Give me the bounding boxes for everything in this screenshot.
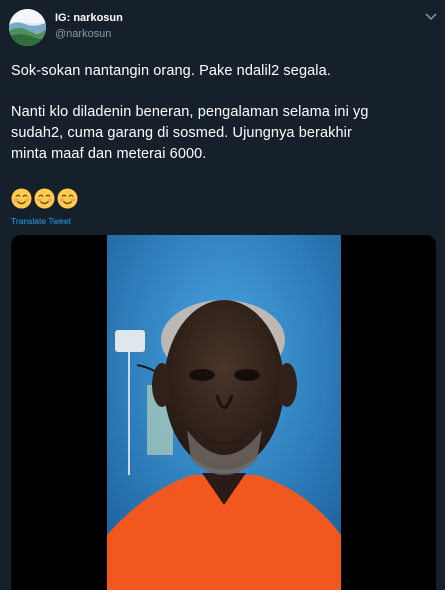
emoji-row: [11, 188, 78, 209]
tweet-text-line-3: sudah2, cuma garang di sosmed. Ujungnya …: [11, 125, 352, 141]
smiling-face-icon: [34, 188, 55, 209]
smiling-face-icon: [57, 188, 78, 209]
tweet: IG: narkosun @narkosun Sok-sokan nantang…: [0, 0, 445, 590]
display-name[interactable]: IG: narkosun: [55, 12, 123, 24]
chevron-down-icon[interactable]: [424, 11, 438, 23]
avatar-image: [9, 9, 46, 46]
tweet-media[interactable]: [11, 235, 436, 590]
avatar[interactable]: [9, 9, 46, 46]
tweet-text-line-1: Sok-sokan nantangin orang. Pake ndalil2 …: [11, 63, 331, 79]
translate-tweet-link[interactable]: Translate Tweet: [11, 216, 71, 226]
tweet-text-line-4: minta maaf dan meterai 6000.: [11, 146, 207, 162]
user-handle[interactable]: @narkosun: [55, 28, 111, 40]
tweet-text-line-2: Nanti klo diladenin beneran, pengalaman …: [11, 104, 369, 120]
video-still: [107, 235, 341, 590]
smiling-face-icon: [11, 188, 32, 209]
